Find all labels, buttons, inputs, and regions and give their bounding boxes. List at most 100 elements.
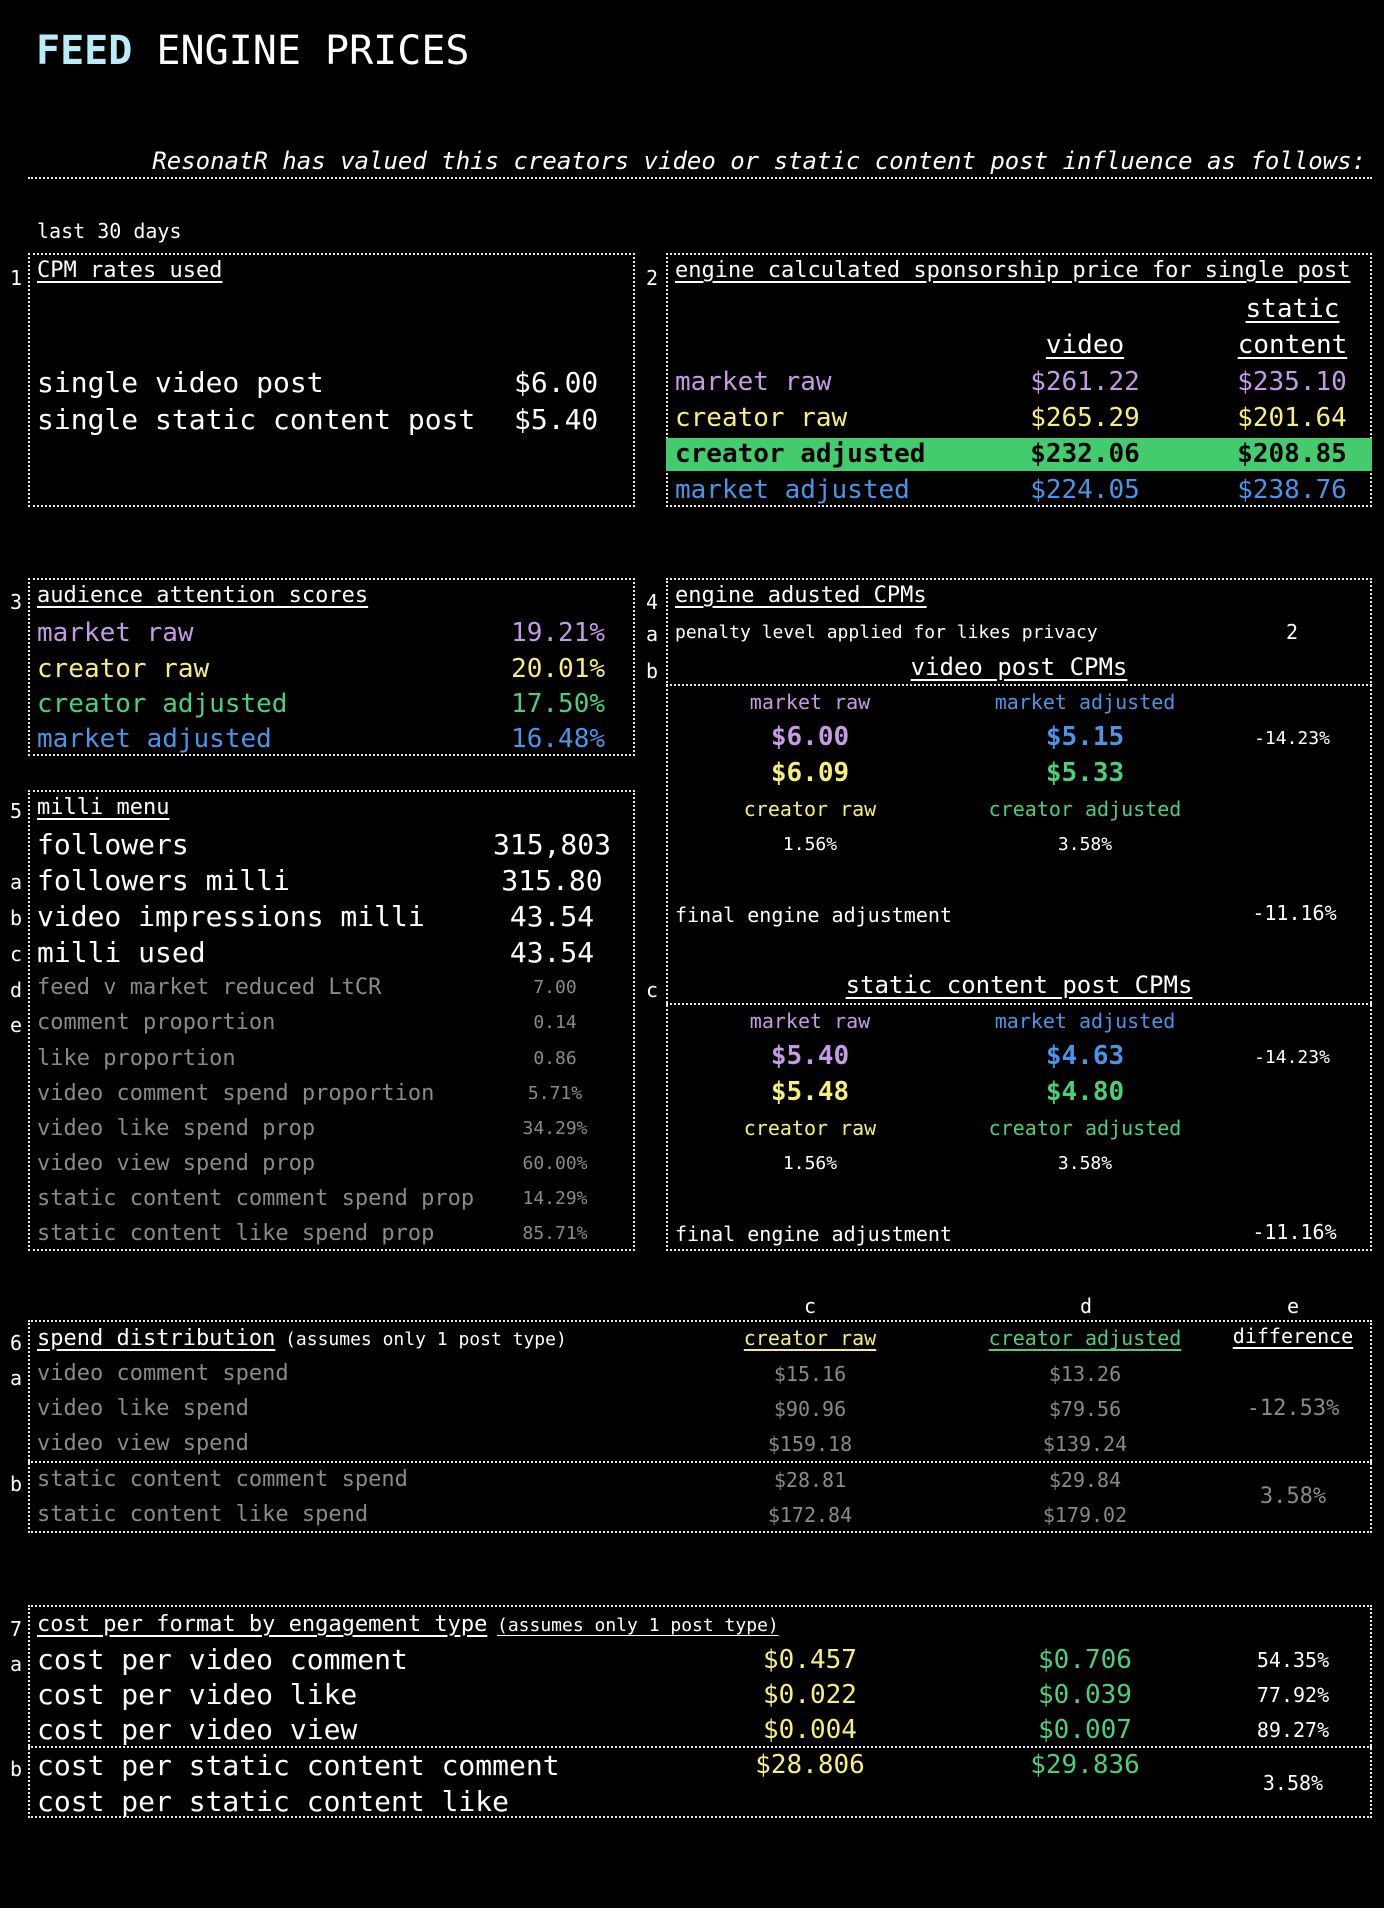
cost-row-adjusted: $0.007 <box>1038 1715 1132 1745</box>
cost-format-heading-group: cost per format by engagement type (assu… <box>37 1612 779 1637</box>
letter-c: c <box>646 978 659 1002</box>
section-number-7: 7 <box>10 1617 23 1641</box>
video-creator-adjusted-label: creator adjusted <box>988 797 1182 821</box>
cpm-static-value: $5.40 <box>514 403 599 436</box>
sponsor-row-static: $208.85 <box>1237 439 1347 469</box>
spend-row-raw: $159.18 <box>767 1432 853 1456</box>
spend-row-raw: $15.16 <box>773 1362 847 1386</box>
milli-row-label: followers milli <box>37 864 290 897</box>
section-number-6: 6 <box>10 1331 23 1355</box>
cost-format-heading: cost per format by engagement type <box>37 1612 488 1637</box>
video-creator-raw-value: $6.09 <box>770 758 850 788</box>
video-market-adjusted-label: market adjusted <box>994 690 1176 714</box>
letter-e: e <box>10 1013 23 1037</box>
attention-heading: audience attention scores <box>37 583 369 608</box>
section-number-4: 4 <box>646 590 659 614</box>
milli-detail-value: 34.29% <box>522 1118 588 1139</box>
milli-detail-label: feed v market reduced LtCR <box>37 975 382 1000</box>
sponsor-row-video: $261.22 <box>1030 367 1140 397</box>
static-final-label: final engine adjustment <box>675 1222 952 1246</box>
milli-detail-value: 60.00% <box>522 1153 588 1174</box>
spend-row-label: static content comment spend <box>37 1467 408 1492</box>
attention-row-value: 19.21% <box>511 618 605 648</box>
static-creator-raw-pct: 1.56% <box>782 1153 838 1174</box>
video-creator-adjusted-pct: 3.58% <box>1057 834 1113 855</box>
attention-row-label: market adjusted <box>37 724 272 754</box>
section-number-2: 2 <box>646 266 659 290</box>
static-creator-raw-value: $5.48 <box>770 1077 850 1107</box>
sponsor-row-label: market adjusted <box>675 475 910 505</box>
sponsor-row-video: $232.06 <box>1030 439 1140 469</box>
spend-static-diff: 3.58% <box>1259 1484 1327 1509</box>
letter-b: b <box>10 1472 23 1496</box>
cost-static-raw: $28.806 <box>755 1750 865 1780</box>
milli-row-label: milli used <box>37 936 206 969</box>
spend-row-adjusted: $179.02 <box>1042 1503 1128 1527</box>
sponsor-row-static: $201.64 <box>1237 403 1347 433</box>
static-market-adjusted-label: market adjusted <box>994 1009 1176 1033</box>
letter-a: a <box>646 622 659 646</box>
static-market-adjusted-value: $4.63 <box>1045 1041 1125 1071</box>
milli-detail-label: video view spend prop <box>37 1151 316 1176</box>
col-letter-d: d <box>1079 1294 1093 1318</box>
milli-detail-value: 5.71% <box>527 1083 583 1104</box>
video-market-raw-value: $6.00 <box>770 722 850 752</box>
cpm-video-label: single video post <box>37 366 324 399</box>
milli-detail-label: static content comment spend prop <box>37 1186 475 1211</box>
cost-row-label: cost per video comment <box>37 1643 408 1676</box>
sponsorship-col-static-2: content <box>1237 330 1348 360</box>
spend-col-difference: difference <box>1232 1324 1354 1348</box>
video-market-diff: -14.23% <box>1254 728 1330 749</box>
cost-row-diff: 54.35% <box>1256 1648 1330 1672</box>
period-label: last 30 days <box>37 219 182 243</box>
milli-detail-value: 0.86 <box>533 1048 577 1069</box>
title-rest: ENGINE PRICES <box>156 28 470 74</box>
sponsor-row-label: market raw <box>675 367 832 397</box>
cpm-video-value: $6.00 <box>514 366 599 399</box>
cost-row-label: cost per video view <box>37 1713 358 1746</box>
spend-video-diff: -12.53% <box>1246 1396 1340 1421</box>
milli-heading: milli menu <box>37 795 170 820</box>
spend-heading-group: spend distribution (assumes only 1 post … <box>37 1326 567 1351</box>
letter-c: c <box>10 942 23 966</box>
cost-row-raw: $0.457 <box>763 1645 857 1675</box>
spend-row-adjusted: $13.26 <box>1048 1362 1122 1386</box>
penalty-value: 2 <box>1286 620 1299 644</box>
section-number-3: 3 <box>10 590 23 614</box>
spend-col-creator-raw: creator raw <box>743 1326 877 1350</box>
static-creator-adjusted-pct: 3.58% <box>1057 1153 1113 1174</box>
cost-row-label: cost per video like <box>37 1678 358 1711</box>
col-letter-c: c <box>803 1294 817 1318</box>
video-market-raw-label: market raw <box>749 690 871 714</box>
milli-detail-value: 14.29% <box>522 1188 588 1209</box>
spend-row-raw: $90.96 <box>773 1397 847 1421</box>
cpm-static-label: single static content post <box>37 403 476 436</box>
milli-detail-label: comment proportion <box>37 1010 276 1035</box>
attention-row-label: market raw <box>37 618 194 648</box>
cpm-rates-heading: CPM rates used <box>37 258 223 283</box>
milli-detail-value: 7.00 <box>533 977 577 998</box>
attention-row-label: creator raw <box>37 654 210 684</box>
cost-row-adjusted: $0.706 <box>1038 1645 1132 1675</box>
spend-row-label: video comment spend <box>37 1361 289 1386</box>
letter-d: d <box>10 978 23 1002</box>
spend-row-raw: $28.81 <box>773 1468 847 1492</box>
letter-a: a <box>10 1366 23 1390</box>
video-creator-adjusted-value: $5.33 <box>1045 758 1125 788</box>
static-creator-adjusted-value: $4.80 <box>1045 1077 1125 1107</box>
sponsorship-heading: engine calculated sponsorship price for … <box>675 258 1351 283</box>
video-market-adjusted-value: $5.15 <box>1045 722 1125 752</box>
spend-row-adjusted: $29.84 <box>1048 1468 1122 1492</box>
static-market-raw-value: $5.40 <box>770 1041 850 1071</box>
static-cpms-heading: static content post CPMs <box>845 971 1193 999</box>
letter-b: b <box>10 1757 23 1781</box>
spend-heading: spend distribution <box>37 1326 276 1351</box>
sponsor-row-label: creator raw <box>675 403 848 433</box>
video-final-label: final engine adjustment <box>675 903 952 927</box>
section-number-1: 1 <box>10 266 23 290</box>
spend-row-raw: $172.84 <box>767 1503 853 1527</box>
letter-a: a <box>10 1652 23 1676</box>
cost-row-raw: $0.004 <box>763 1715 857 1745</box>
video-creator-raw-label: creator raw <box>743 797 877 821</box>
sponsor-row-video: $265.29 <box>1030 403 1140 433</box>
